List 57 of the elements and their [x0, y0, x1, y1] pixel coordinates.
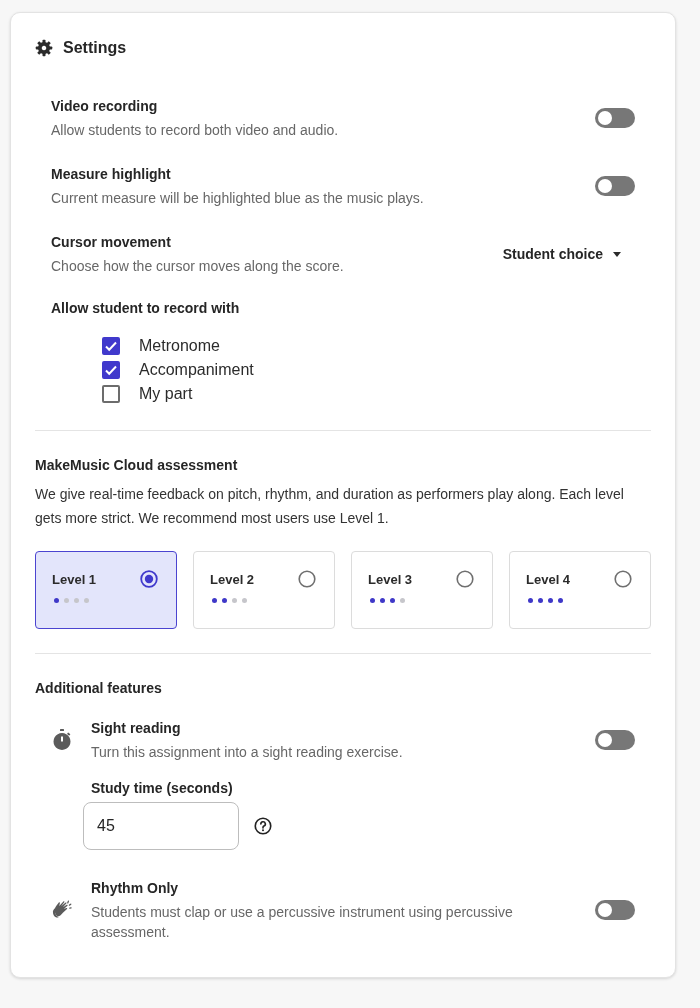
radio-icon[interactable]: [614, 570, 632, 588]
setting-description: Current measure will be highlighted blue as the music plays.: [51, 189, 424, 208]
checkbox-label[interactable]: Metronome: [139, 334, 220, 358]
study-time-label: Study time (seconds): [91, 779, 234, 798]
radio-icon[interactable]: [298, 570, 316, 588]
clapping-hands-icon: [52, 899, 72, 921]
feature-label: Rhythm Only: [91, 879, 180, 898]
feature-label: Sight reading: [91, 719, 182, 738]
setting-label: Measure highlight: [51, 165, 172, 184]
radio-icon[interactable]: [140, 570, 158, 588]
level-option-card[interactable]: Level 3: [351, 551, 493, 629]
setting-label: Cursor movement: [51, 233, 172, 252]
checkbox-label[interactable]: My part: [139, 382, 193, 406]
strictness-dot-icon: [528, 598, 533, 603]
strictness-dot-icon: [538, 598, 543, 603]
study-time-input[interactable]: 45: [83, 802, 239, 850]
settings-icon: [35, 39, 53, 57]
checkbox-label[interactable]: Accompaniment: [139, 358, 254, 382]
toggle-switch[interactable]: [595, 108, 635, 128]
cursor-movement-dropdown[interactable]: Student choice: [498, 242, 625, 266]
checkbox[interactable]: [102, 337, 120, 355]
level-option-card[interactable]: Level 2: [193, 551, 335, 629]
setting-label: Video recording: [51, 97, 159, 116]
strictness-dot-icon: [232, 598, 237, 603]
additional-features-title: Additional features: [35, 679, 163, 698]
strictness-dot-icon: [74, 598, 79, 603]
feature-description: Students must clap or use a percussive instrument using percussive assessment.: [91, 903, 514, 942]
strictness-dot-icon: [380, 598, 385, 603]
strictness-dot-icon: [84, 598, 89, 603]
stopwatch-icon: [52, 729, 72, 751]
caret-icon: [613, 251, 621, 257]
toggle-switch[interactable]: [595, 730, 635, 750]
setting-description: Choose how the cursor moves along the score.: [51, 257, 344, 276]
strictness-dot-icon: [222, 598, 227, 603]
strictness-dot-icon: [558, 598, 563, 603]
checkbox[interactable]: [102, 361, 120, 379]
assessment-description: We give real-time feedback on pitch, rhythm, and duration as performers play along. Each level gets more strict. We recommend most users use Level 1.: [35, 485, 625, 528]
strictness-dot-icon: [242, 598, 247, 603]
checkbox[interactable]: [102, 385, 120, 403]
record-with-label: Allow student to record with: [51, 299, 241, 318]
setting-description: Allow students to record both video and audio.: [51, 121, 339, 140]
strictness-dot-icon: [54, 598, 59, 603]
feature-description: Turn this assignment into a sight reading exercise.: [91, 743, 404, 762]
strictness-dot-icon: [64, 598, 69, 603]
radio-icon[interactable]: [456, 570, 474, 588]
strictness-dot-icon: [400, 598, 405, 603]
toggle-switch[interactable]: [595, 900, 635, 920]
strictness-dot-icon: [212, 598, 217, 603]
strictness-dot-icon: [548, 598, 553, 603]
help-icon[interactable]: [254, 817, 272, 835]
assessment-title: MakeMusic Cloud assessment: [35, 456, 239, 475]
strictness-dot-icon: [390, 598, 395, 603]
settings-title: Settings: [63, 38, 127, 58]
level-option-card[interactable]: Level 1: [35, 551, 177, 629]
strictness-dot-icon: [370, 598, 375, 603]
toggle-switch[interactable]: [595, 176, 635, 196]
level-option-card[interactable]: Level 4: [509, 551, 651, 629]
